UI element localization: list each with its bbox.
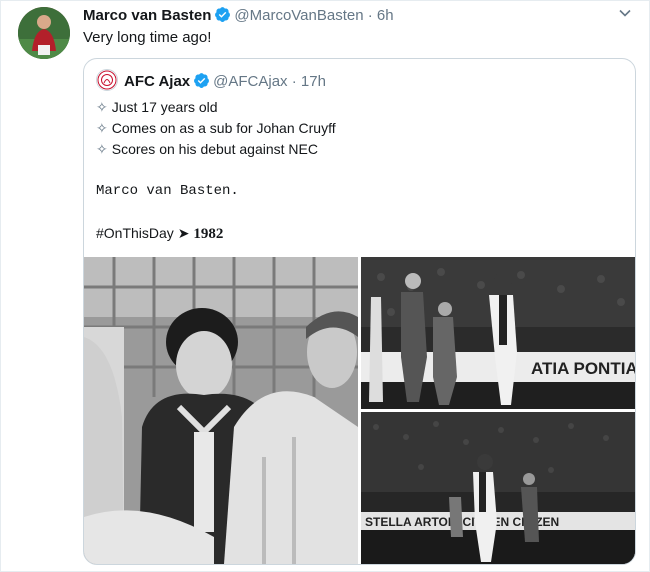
bullet-line: ✧ Comes on as a sub for Johan Cruyff — [96, 120, 336, 136]
bullet-line: ✧ Just 17 years old — [96, 99, 218, 115]
quoted-tweet[interactable]: AFC Ajax @AFCAjax · 17h ✧ Just 17 years ol… — [83, 58, 636, 565]
quoted-text: ✧ Just 17 years old ✧ Comes on as a sub fo… — [96, 97, 336, 245]
author-handle[interactable]: @MarcoVanBasten — [234, 7, 363, 24]
hashtag-line: #OnThisDay ➤ 1982 — [96, 223, 336, 245]
banner-text: ATIA PONTIAC — [531, 359, 635, 378]
tweet-header: Marco van Basten @MarcoVanBasten · 6h — [83, 5, 629, 27]
ajax-logo-icon — [96, 69, 118, 91]
tweet-time[interactable]: · 6h — [368, 7, 394, 24]
tweet-card: Marco van Basten @MarcoVanBasten · 6h Ver… — [0, 0, 650, 572]
sparkle-icon: ✧ — [96, 120, 108, 136]
photo-portrait[interactable] — [84, 257, 358, 564]
author-name[interactable]: Marco van Basten — [83, 7, 211, 24]
verified-badge-icon — [215, 7, 231, 22]
sparkle-icon: ✧ — [96, 141, 108, 157]
avatar[interactable] — [18, 7, 70, 59]
sparkle-icon: ✧ — [96, 99, 108, 115]
name-line: Marco van Basten. — [96, 183, 239, 199]
year-text: 1982 — [193, 226, 224, 242]
quoted-author-name[interactable]: AFC Ajax — [124, 73, 190, 90]
verified-badge-icon — [194, 73, 210, 88]
hashtag-link[interactable]: #OnThisDay — [96, 225, 174, 241]
quoted-time[interactable]: · 17h — [292, 73, 326, 90]
bullet-line: ✧ Scores on his debut against NEC — [96, 141, 318, 157]
arrow-glyph: ➤ — [177, 225, 190, 241]
chevron-down-icon[interactable] — [617, 5, 633, 21]
tweet-text: Very long time ago! — [83, 29, 212, 46]
photo-match-bottom[interactable]: STELLA ARTOIS CITIZEN CITIZEN — [361, 412, 635, 564]
media-grid: ATIA PONTIAC — [84, 257, 635, 564]
photo-match-top[interactable]: ATIA PONTIAC — [361, 257, 635, 409]
quoted-header: AFC Ajax @AFCAjax · 17h — [96, 69, 326, 91]
quoted-author-handle[interactable]: @AFCAjax — [213, 73, 287, 90]
